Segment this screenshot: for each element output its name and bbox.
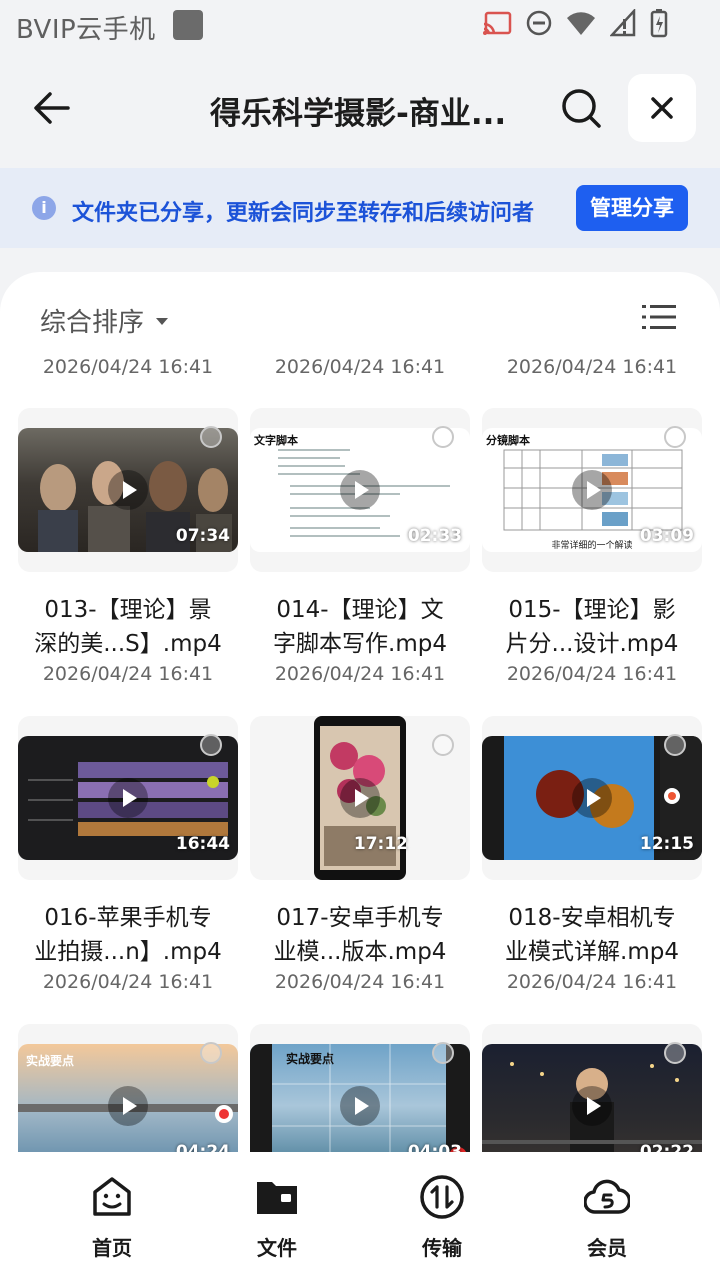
video-thumbnail: 实战要点 04:24 — [18, 1024, 238, 1152]
video-thumbnail: 07:34 — [18, 408, 238, 572]
cast-icon — [482, 10, 512, 40]
back-button[interactable] — [28, 82, 80, 134]
select-checkbox[interactable] — [432, 426, 454, 448]
dnd-icon — [526, 10, 552, 40]
video-thumbnail: 文字脚本 02:33 — [250, 408, 470, 572]
file-date: 2026/04/24 16:41 — [506, 663, 678, 685]
play-icon — [340, 470, 380, 510]
select-checkbox[interactable] — [200, 1042, 222, 1064]
list-view-icon — [642, 305, 676, 329]
file-date: 2026/04/24 16:41 — [42, 971, 214, 993]
video-duration: 02:22 — [639, 1142, 694, 1152]
page-title: 得乐科学摄影-商业... — [210, 96, 507, 132]
tab-home[interactable]: 首页 — [62, 1174, 162, 1261]
tab-label: 传输 — [422, 1236, 462, 1260]
select-checkbox[interactable] — [200, 426, 222, 448]
share-notice-text: 文件夹已分享，更新会同步至转存和后续访问者 — [72, 201, 535, 226]
video-duration: 04:03 — [407, 1142, 462, 1152]
video-duration: 03:09 — [639, 526, 694, 546]
arrow-left-icon — [34, 92, 70, 124]
sort-dropdown[interactable]: 综合排序 — [40, 302, 169, 339]
home-smile-icon — [93, 1177, 131, 1216]
play-icon — [340, 778, 380, 818]
bottom-tab-bar: 首页 文件 传输 会员 — [0, 1152, 720, 1280]
file-date: 2026/04/24 16:41 — [506, 356, 678, 378]
signal-icon — [609, 7, 636, 41]
file-date: 2026/04/24 16:41 — [42, 356, 214, 378]
file-name: 016-苹果手机专 业拍摄...n】.mp4 — [34, 905, 222, 965]
search-button[interactable] — [555, 82, 607, 134]
video-thumbnail: 12:15 — [482, 716, 702, 880]
play-icon — [572, 1086, 612, 1126]
previous-row-dates: 2026/04/24 16:41 2026/04/24 16:41 2026/0… — [0, 356, 720, 386]
close-icon — [651, 97, 673, 119]
play-icon — [340, 1086, 380, 1126]
video-duration: 04:24 — [175, 1142, 230, 1152]
file-name: 015-【理论】影 片分...设计.mp4 — [505, 597, 679, 657]
transfer-icon — [420, 1175, 464, 1219]
wifi-icon — [566, 10, 596, 40]
play-icon — [108, 470, 148, 510]
file-date: 2026/04/24 16:41 — [274, 663, 446, 685]
sort-label: 综合排序 — [40, 308, 145, 338]
play-icon — [572, 778, 612, 818]
video-thumbnail: 02:22 — [482, 1024, 702, 1152]
file-date: 2026/04/24 16:41 — [274, 971, 446, 993]
tab-label: 会员 — [587, 1236, 627, 1260]
video-duration: 12:15 — [639, 834, 694, 854]
file-name: 018-安卓相机专 业模式详解.mp4 — [505, 905, 679, 965]
info-icon: i — [32, 196, 56, 220]
caret-down-icon — [156, 318, 169, 325]
video-thumbnail: 实战要点 04:03 — [250, 1024, 470, 1152]
file-name: 017-安卓手机专 业模...版本.mp4 — [273, 905, 447, 965]
file-date: 2026/04/24 16:41 — [42, 663, 214, 685]
file-name: 013-【理论】景 深的美...S】.mp4 — [34, 597, 222, 657]
file-date: 2026/04/24 16:41 — [274, 356, 446, 378]
select-checkbox[interactable] — [200, 734, 222, 756]
vip-cloud-icon — [583, 1179, 632, 1214]
close-button[interactable] — [628, 74, 696, 142]
tab-transfer[interactable]: 传输 — [392, 1174, 492, 1261]
play-icon — [108, 1086, 148, 1126]
tab-label: 文件 — [257, 1236, 297, 1260]
tab-vip[interactable]: 会员 — [557, 1174, 657, 1261]
battery-icon — [650, 8, 668, 42]
select-checkbox[interactable] — [664, 1042, 686, 1064]
video-thumbnail: 17:12 — [250, 716, 470, 880]
list-view-toggle[interactable] — [642, 304, 676, 330]
play-icon — [572, 470, 612, 510]
search-icon — [562, 89, 601, 128]
app-square-icon — [173, 10, 203, 40]
video-duration: 02:33 — [407, 526, 462, 546]
share-notice-banner: i 文件夹已分享，更新会同步至转存和后续访问者 管理分享 — [0, 168, 720, 248]
video-thumbnail: 16:44 — [18, 716, 238, 880]
select-checkbox[interactable] — [664, 734, 686, 756]
play-icon — [108, 778, 148, 818]
video-duration: 17:12 — [353, 834, 408, 854]
tab-files[interactable]: 文件 — [227, 1174, 327, 1261]
top-navigation-bar: 得乐科学摄影-商业... — [0, 52, 720, 168]
tab-label: 首页 — [92, 1236, 132, 1260]
status-icons — [482, 7, 668, 42]
manage-share-button[interactable]: 管理分享 — [576, 185, 688, 231]
video-thumbnail: 分镜脚本 非常详细的一个解读 03:09 — [482, 408, 702, 572]
select-checkbox[interactable] — [432, 1042, 454, 1064]
video-duration: 07:34 — [175, 526, 230, 546]
folder-icon — [257, 1182, 297, 1214]
select-checkbox[interactable] — [664, 426, 686, 448]
video-duration: 16:44 — [175, 834, 230, 854]
status-app-name: BVIP云手机 — [16, 15, 156, 45]
file-date: 2026/04/24 16:41 — [506, 971, 678, 993]
file-name: 014-【理论】文 字脚本写作.mp4 — [273, 597, 447, 657]
file-list-panel: 综合排序 2026/04/24 16:41 2026/04/24 16:41 2… — [0, 272, 720, 1152]
status-bar: BVIP云手机 — [0, 0, 720, 52]
select-checkbox[interactable] — [432, 734, 454, 756]
